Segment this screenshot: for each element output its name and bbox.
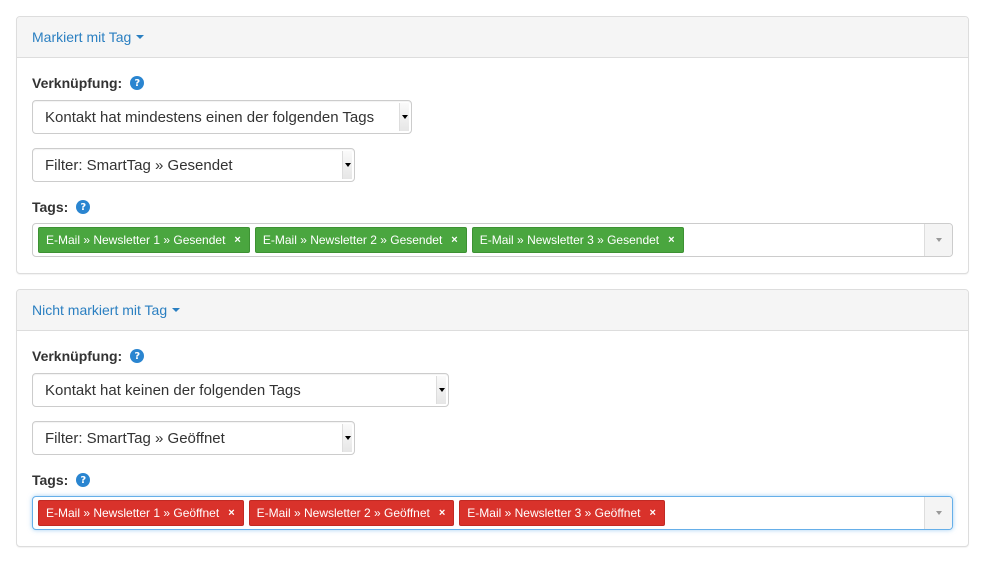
filter-select-value: Filter: SmartTag » Gesendet [45, 156, 233, 174]
remove-tag-icon[interactable]: × [649, 507, 655, 519]
tags-label-row: Tags: ? [32, 472, 91, 488]
help-icon[interactable]: ? [130, 349, 145, 363]
panel-heading: Markiert mit Tag [17, 17, 968, 58]
filter-select[interactable]: Filter: SmartTag » Gesendet [32, 148, 355, 182]
panel-title: Markiert mit Tag [32, 29, 132, 45]
remove-tag-icon[interactable]: × [439, 507, 445, 519]
tag-chip: E-Mail » Newsletter 2 » Geöffnet × [248, 500, 455, 526]
panel-toggle-link[interactable]: Nicht markiert mit Tag [32, 302, 181, 318]
tags-label: Tags: [32, 472, 69, 488]
link-select[interactable]: Kontakt hat keinen der folgenden Tags [32, 373, 449, 407]
dropdown-toggle-icon[interactable] [924, 497, 952, 529]
tag-label: E-Mail » Newsletter 1 » Gesendet [46, 233, 226, 247]
panel-toggle-link[interactable]: Markiert mit Tag [32, 29, 145, 45]
select-arrow-icon [342, 424, 352, 452]
link-label-row: Verknüpfung: ? [32, 75, 145, 91]
tags-label: Tags: [32, 199, 69, 215]
remove-tag-icon[interactable]: × [234, 234, 240, 246]
link-select-value: Kontakt hat mindestens einen der folgend… [45, 108, 375, 126]
panel-heading: Nicht markiert mit Tag [17, 290, 968, 331]
select-arrow-icon [399, 103, 409, 131]
tag-chip: E-Mail » Newsletter 3 » Gesendet × [471, 227, 684, 253]
tag-chip: E-Mail » Newsletter 2 » Gesendet × [254, 227, 467, 253]
tag-label: E-Mail » Newsletter 2 » Geöffnet [256, 506, 430, 520]
tags-input[interactable]: E-Mail » Newsletter 1 » Gesendet × E-Mai… [32, 223, 953, 257]
filter-select-value: Filter: SmartTag » Geöffnet [45, 429, 225, 447]
tag-chip: E-Mail » Newsletter 1 » Gesendet × [38, 227, 250, 253]
caret-down-icon [136, 35, 145, 39]
help-icon[interactable]: ? [130, 76, 145, 90]
tag-label: E-Mail » Newsletter 3 » Geöffnet [467, 506, 641, 520]
tag-label: E-Mail » Newsletter 3 » Gesendet [479, 233, 660, 247]
select-arrow-icon [436, 376, 446, 404]
help-icon[interactable]: ? [76, 473, 91, 487]
link-label: Verknüpfung: [32, 348, 123, 364]
tag-chip: E-Mail » Newsletter 3 » Geöffnet × [459, 500, 665, 526]
remove-tag-icon[interactable]: × [668, 234, 674, 246]
tag-label: E-Mail » Newsletter 2 » Gesendet [262, 233, 443, 247]
tag-chip: E-Mail » Newsletter 1 » Geöffnet × [38, 500, 244, 526]
tags-input[interactable]: E-Mail » Newsletter 1 » Geöffnet × E-Mai… [32, 496, 953, 530]
help-icon[interactable]: ? [76, 200, 91, 214]
link-select[interactable]: Kontakt hat mindestens einen der folgend… [32, 100, 412, 134]
tag-filter-panel-marked: Markiert mit Tag Verknüpfung: ? Kontakt … [16, 16, 969, 274]
link-label-row: Verknüpfung: ? [32, 348, 145, 364]
link-label: Verknüpfung: [32, 75, 123, 91]
remove-tag-icon[interactable]: × [228, 507, 234, 519]
caret-down-icon [172, 308, 181, 312]
select-arrow-icon [342, 151, 352, 179]
tag-label: E-Mail » Newsletter 1 » Geöffnet [46, 506, 220, 520]
remove-tag-icon[interactable]: × [451, 234, 457, 246]
dropdown-toggle-icon[interactable] [924, 224, 952, 256]
link-select-value: Kontakt hat keinen der folgenden Tags [45, 381, 301, 399]
filter-select[interactable]: Filter: SmartTag » Geöffnet [32, 421, 355, 455]
tags-label-row: Tags: ? [32, 199, 91, 215]
tag-filter-panel-not-marked: Nicht markiert mit Tag Verknüpfung: ? Ko… [16, 289, 969, 547]
panel-title: Nicht markiert mit Tag [32, 302, 168, 318]
